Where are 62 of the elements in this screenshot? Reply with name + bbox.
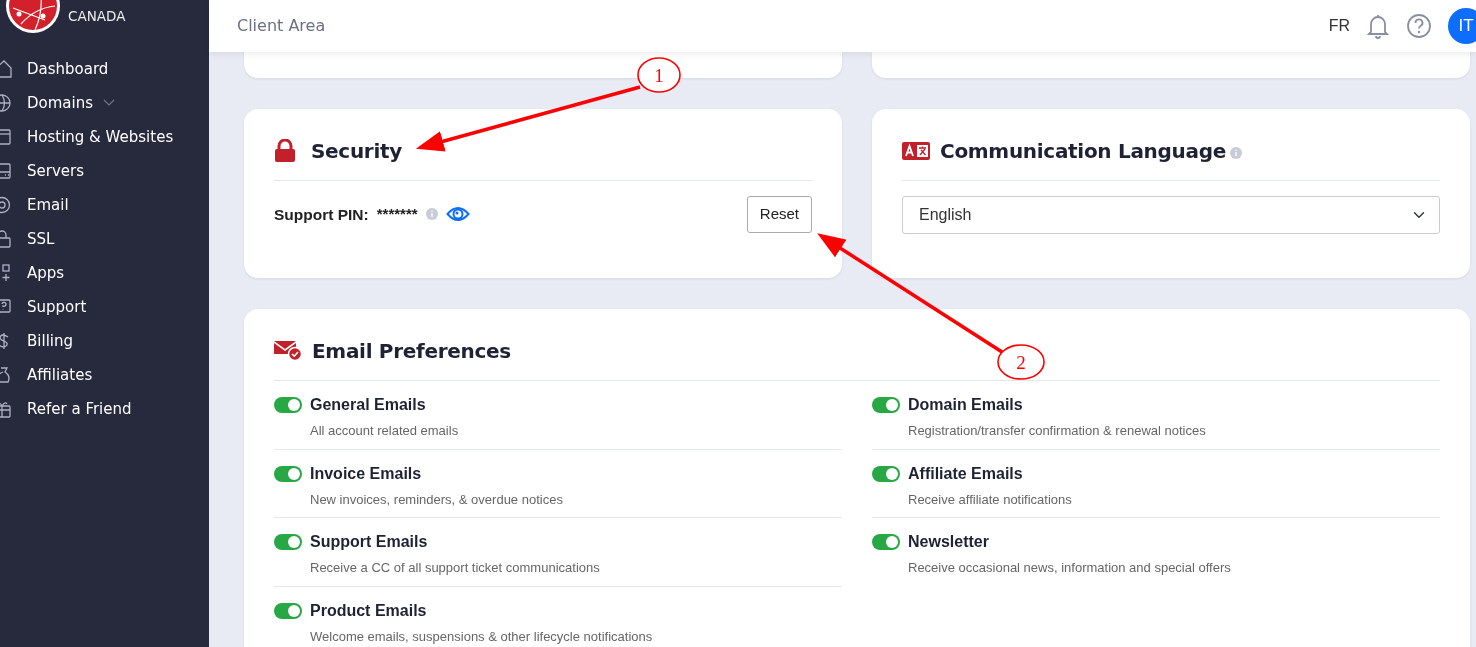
toggle-switch[interactable] <box>872 397 900 413</box>
eye-icon[interactable] <box>445 205 470 224</box>
toggle-switch[interactable] <box>274 397 302 413</box>
info-icon[interactable] <box>425 208 438 221</box>
user-avatar[interactable]: IT <box>1448 8 1476 44</box>
card-title: Security <box>311 138 402 165</box>
pin-value: ******* <box>376 204 418 224</box>
info-icon[interactable] <box>1229 147 1242 159</box>
preference-description: Receive a CC of all support ticket communications <box>309 559 601 577</box>
preference-title: Affiliate Emails <box>908 463 1023 484</box>
server-icon <box>0 162 12 180</box>
preference-title: Newsletter <box>908 532 989 552</box>
brand-subtitle: CANADA <box>68 10 126 24</box>
sidebar-item[interactable]: Dashboard <box>0 52 209 86</box>
preference-description: Welcome emails, suspensions & other lifecycle notifications <box>309 627 654 646</box>
help-icon[interactable] <box>1406 13 1432 39</box>
home-icon <box>0 60 12 78</box>
sidebar-item[interactable]: Refer a Friend <box>0 392 209 426</box>
sidebar-item[interactable]: Apps <box>0 256 209 290</box>
sidebar-item[interactable]: Email <box>0 188 209 222</box>
notification-icon[interactable] <box>1366 13 1390 39</box>
sidebar-item[interactable]: Servers <box>0 154 209 188</box>
gift-icon <box>0 400 12 418</box>
page-title: Client Area <box>237 15 326 37</box>
translate-icon <box>902 142 930 160</box>
preference-description: Receive occasional news, information and special offers <box>907 559 1232 577</box>
preference-title: Invoice Emails <box>310 463 422 484</box>
language-select[interactable]: English <box>902 196 1440 234</box>
preference-description: Registration/transfer confirmation & renewal notices <box>907 422 1207 440</box>
apps-icon <box>0 264 12 282</box>
preference-description: All account related emails <box>309 422 460 440</box>
toggle-switch[interactable] <box>274 465 302 482</box>
preference-title: Support Emails <box>310 532 428 552</box>
lock-icon <box>274 139 296 163</box>
globe-icon <box>0 94 12 112</box>
toggle-switch[interactable] <box>274 602 302 619</box>
callout-marker: 2 <box>997 344 1045 380</box>
mail-check-icon <box>274 341 302 361</box>
chat-icon <box>0 298 12 316</box>
callout-marker: 1 <box>637 57 681 93</box>
language-link[interactable]: FR <box>1328 14 1350 38</box>
toggle-switch[interactable] <box>872 534 900 550</box>
preference-title: Product Emails <box>310 600 427 621</box>
toggle-switch[interactable] <box>872 465 900 482</box>
preference-description: Receive affiliate notifications <box>907 490 1073 509</box>
sidebar-item[interactable]: Hosting & Websites <box>0 120 209 154</box>
preference-title: General Emails <box>310 395 426 415</box>
lock-icon <box>0 230 12 248</box>
card-title: Email Preferences <box>312 338 511 365</box>
reset-button[interactable]: Reset <box>746 196 812 233</box>
preference-description: New invoices, reminders, & overdue notices <box>309 490 564 509</box>
toggle-switch[interactable] <box>274 534 302 550</box>
sidebar-item[interactable]: Billing <box>0 324 209 358</box>
sidebar-item[interactable]: Affiliates <box>0 358 209 392</box>
sidebar-item[interactable]: SSL <box>0 222 209 256</box>
sidebar-item[interactable]: Domains <box>0 86 209 120</box>
pin-label: Support PIN: <box>274 204 369 225</box>
sidebar-item[interactable]: Support <box>0 290 209 324</box>
window-icon <box>0 128 12 146</box>
preference-title: Domain Emails <box>908 395 1023 415</box>
at-icon <box>0 196 12 214</box>
card-title: Communication Language <box>940 138 1226 165</box>
